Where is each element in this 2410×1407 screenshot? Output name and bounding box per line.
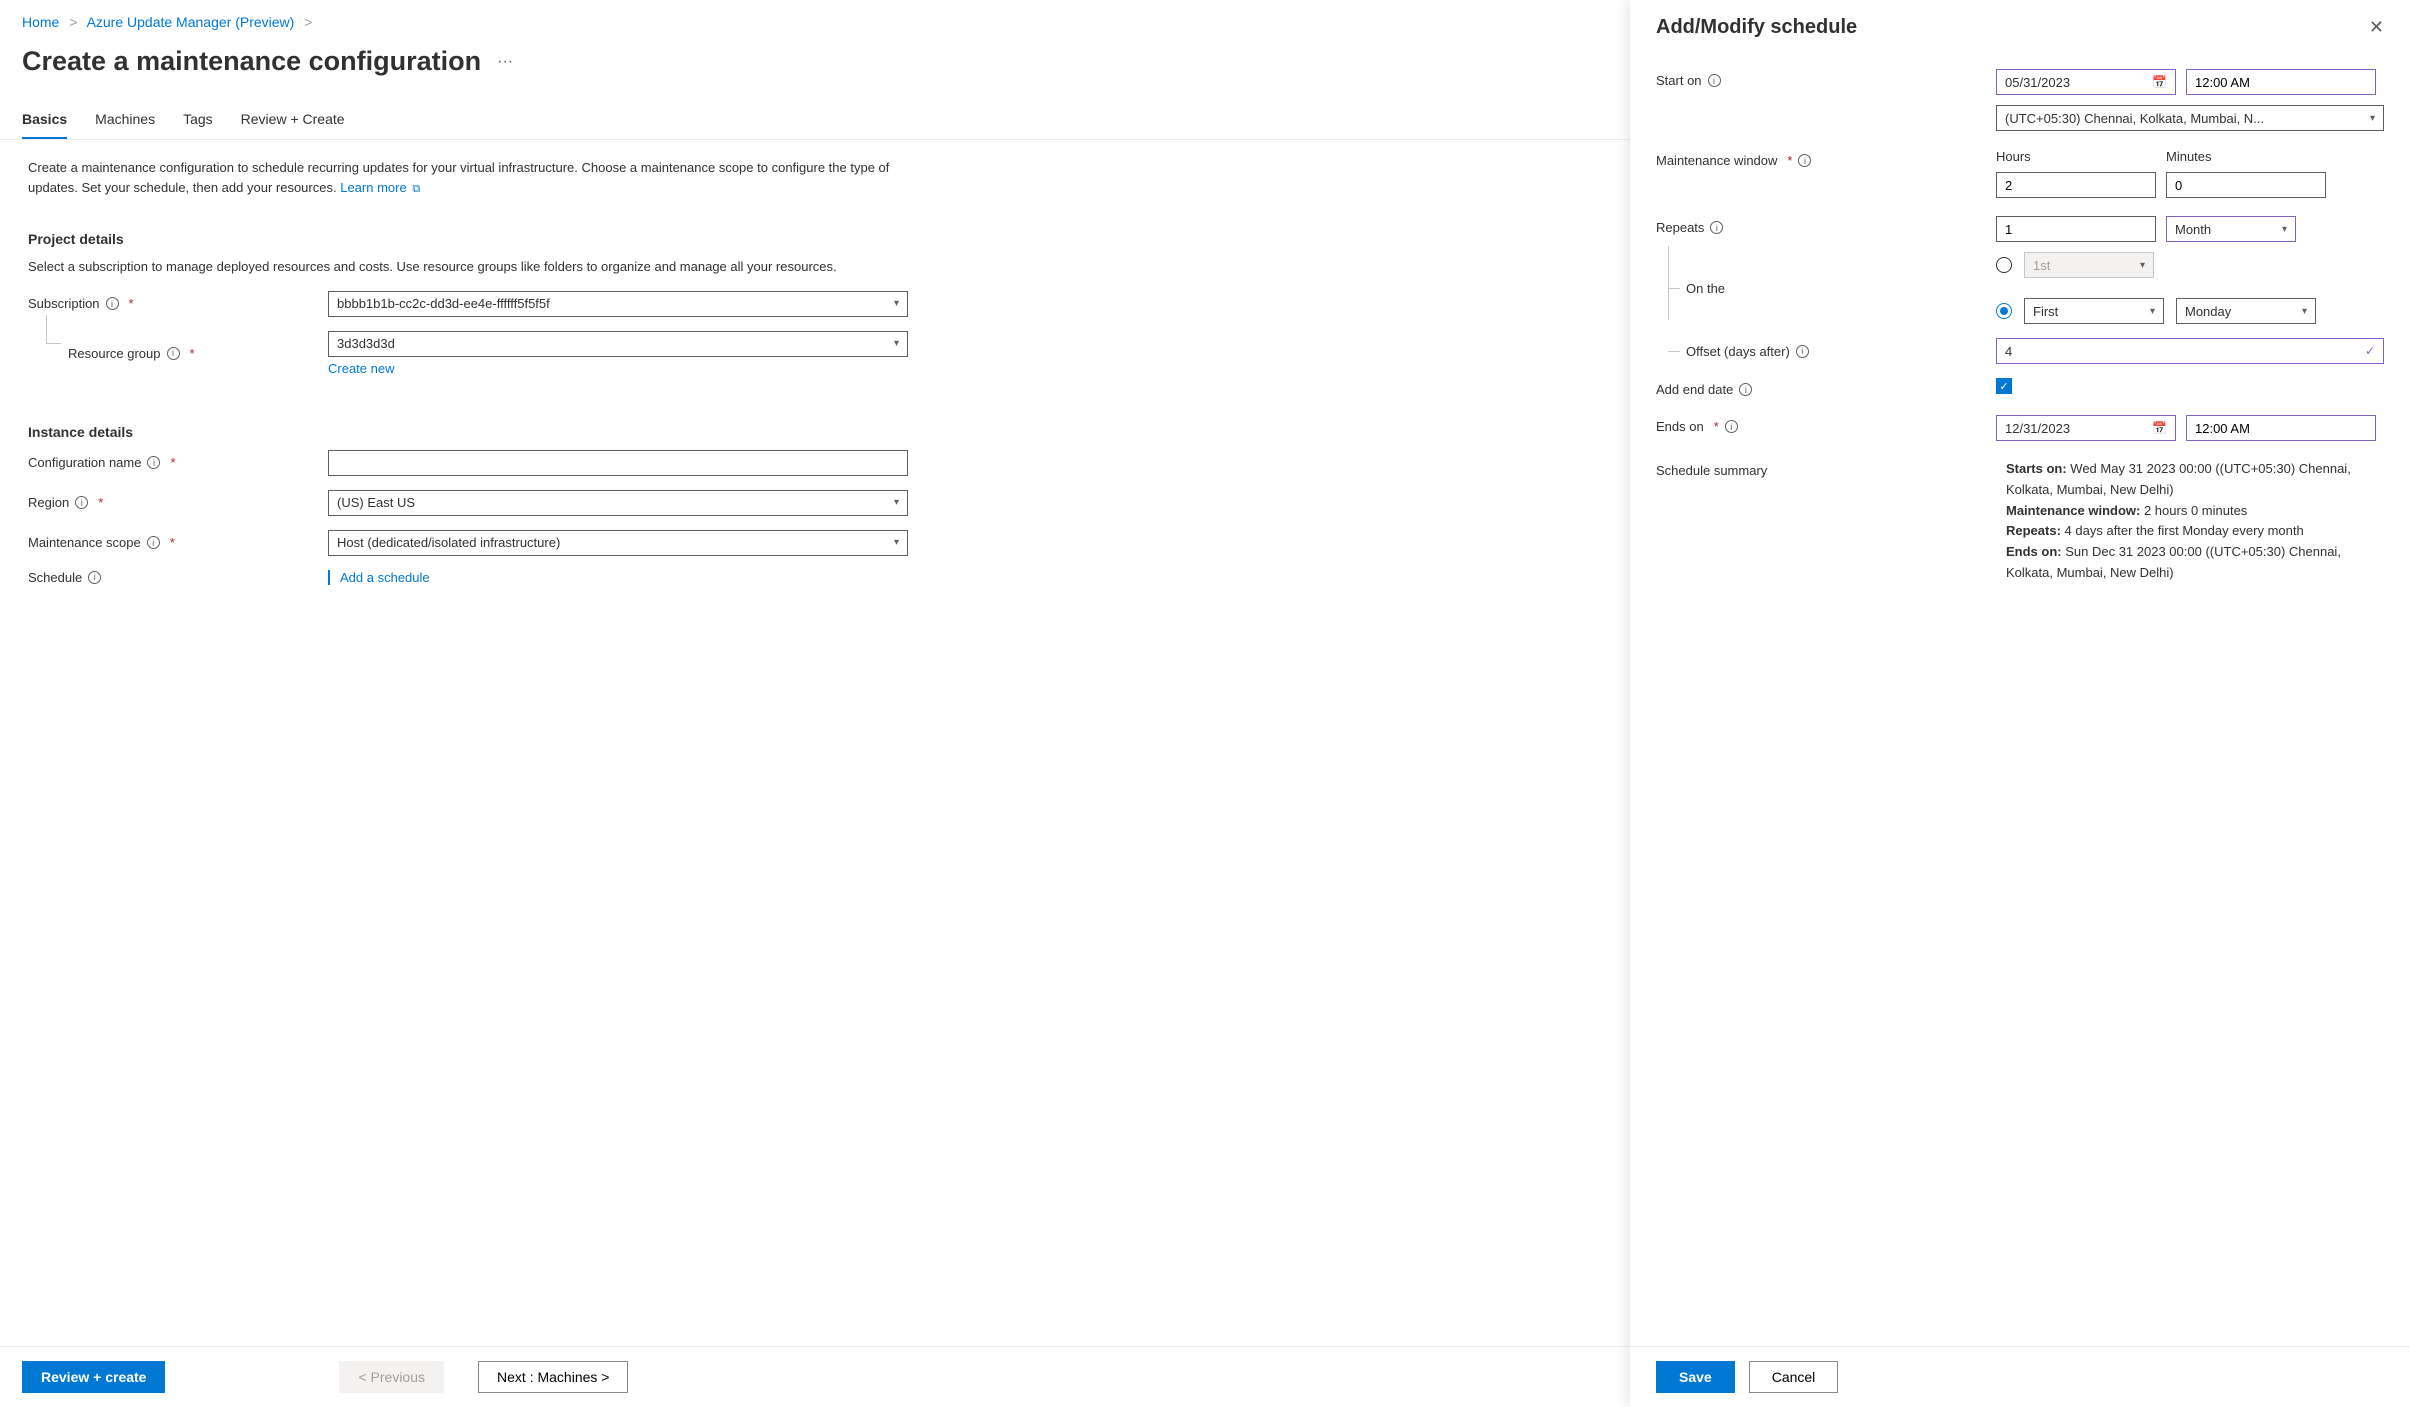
repeats-value-input[interactable]	[1996, 216, 2156, 242]
resource-group-label: Resource group i *	[68, 346, 328, 361]
weekday-select[interactable]: Monday ▾	[2176, 298, 2316, 324]
add-end-date-checkbox[interactable]: ✓	[1996, 378, 2012, 394]
close-icon[interactable]: ✕	[2369, 17, 2384, 38]
schedule-label: Schedule i	[28, 570, 328, 585]
summary-label: Schedule summary	[1656, 459, 1996, 478]
end-time-input[interactable]	[2186, 415, 2376, 441]
chevron-down-icon: ▾	[2302, 306, 2307, 317]
offset-select[interactable]: 4 ✓	[1996, 338, 2384, 364]
region-label: Region i *	[28, 495, 328, 510]
start-time-input[interactable]	[2186, 69, 2376, 95]
check-icon: ✓	[2365, 344, 2375, 358]
end-date-input[interactable]: 12/31/2023 📅	[1996, 415, 2176, 441]
desc-text: Create a maintenance configuration to sc…	[28, 160, 889, 195]
calendar-icon: 📅	[2152, 75, 2167, 89]
ordinal-select[interactable]: First ▾	[2024, 298, 2164, 324]
chevron-down-icon: ▾	[2282, 224, 2287, 235]
required-icon: *	[1714, 419, 1719, 434]
info-icon[interactable]: i	[1798, 154, 1811, 167]
chevron-down-icon: ▾	[894, 497, 899, 508]
scope-label: Maintenance scope i *	[28, 535, 328, 550]
tab-review[interactable]: Review + Create	[241, 111, 345, 139]
schedule-summary: Starts on: Wed May 31 2023 00:00 ((UTC+0…	[1996, 459, 2384, 584]
start-date-input[interactable]: 05/31/2023 📅	[1996, 69, 2176, 95]
hours-input[interactable]	[1996, 172, 2156, 198]
info-icon[interactable]: i	[147, 456, 160, 469]
info-icon[interactable]: i	[75, 496, 88, 509]
info-icon[interactable]: i	[1725, 420, 1738, 433]
breadcrumb-parent[interactable]: Azure Update Manager (Preview)	[87, 14, 295, 30]
breadcrumb-home[interactable]: Home	[22, 14, 59, 30]
radio-day-of-month[interactable]	[1996, 257, 2012, 273]
wizard-footer: Review + create < Previous Next : Machin…	[0, 1346, 1630, 1407]
region-select[interactable]: (US) East US ▾	[328, 490, 908, 516]
schedule-panel: Add/Modify schedule ✕ Start on i 05/31/2…	[1630, 0, 2410, 1407]
cancel-button[interactable]: Cancel	[1749, 1361, 1839, 1393]
chevron-down-icon: ▾	[894, 537, 899, 548]
required-icon: *	[98, 495, 103, 510]
on-the-label: On the	[1686, 281, 1996, 296]
ends-on-label: Ends on * i	[1656, 415, 1996, 434]
maint-window-label: Maintenance window * i	[1656, 149, 1996, 168]
resource-group-select[interactable]: 3d3d3d3d ▾	[328, 331, 908, 357]
hours-label: Hours	[1996, 149, 2156, 164]
config-name-input[interactable]	[328, 450, 908, 476]
info-icon[interactable]: i	[88, 571, 101, 584]
external-link-icon: ⧉	[412, 183, 420, 195]
next-button[interactable]: Next : Machines >	[478, 1361, 628, 1393]
chevron-down-icon: ▾	[2150, 306, 2155, 317]
chevron-right-icon: >	[69, 14, 77, 30]
info-icon[interactable]: i	[1796, 345, 1809, 358]
tab-basics[interactable]: Basics	[22, 111, 67, 139]
minutes-label: Minutes	[2166, 149, 2212, 164]
panel-title: Add/Modify schedule	[1656, 16, 1857, 39]
add-end-date-label: Add end date i	[1656, 378, 1996, 397]
info-icon[interactable]: i	[167, 347, 180, 360]
add-schedule-link[interactable]: Add a schedule	[340, 570, 430, 585]
minutes-input[interactable]	[2166, 172, 2326, 198]
info-icon[interactable]: i	[106, 297, 119, 310]
more-icon[interactable]: ···	[497, 53, 513, 71]
scope-select[interactable]: Host (dedicated/isolated infrastructure)…	[328, 530, 908, 556]
info-icon[interactable]: i	[1710, 221, 1723, 234]
info-icon[interactable]: i	[1708, 74, 1721, 87]
required-icon: *	[1787, 153, 1792, 168]
subscription-select[interactable]: bbbb1b1b-cc2c-dd3d-ee4e-ffffff5f5f5f ▾	[328, 291, 908, 317]
required-icon: *	[170, 455, 175, 470]
start-on-label: Start on i	[1656, 69, 1996, 88]
required-icon: *	[129, 296, 134, 311]
project-details-desc: Select a subscription to manage deployed…	[28, 257, 948, 277]
repeats-label: Repeats i	[1656, 216, 1996, 235]
page-description: Create a maintenance configuration to sc…	[0, 140, 960, 197]
chevron-down-icon: ▾	[2370, 113, 2375, 124]
review-create-button[interactable]: Review + create	[22, 1361, 165, 1393]
repeats-unit-select[interactable]: Month ▾	[2166, 216, 2296, 242]
timezone-select[interactable]: (UTC+05:30) Chennai, Kolkata, Mumbai, N.…	[1996, 105, 2384, 131]
offset-label: Offset (days after) i	[1686, 344, 1996, 359]
chevron-down-icon: ▾	[894, 298, 899, 309]
info-icon[interactable]: i	[1739, 383, 1752, 396]
save-button[interactable]: Save	[1656, 1361, 1735, 1393]
chevron-down-icon: ▾	[2140, 260, 2145, 271]
day-of-month-select: 1st ▾	[2024, 252, 2154, 278]
previous-button: < Previous	[339, 1361, 444, 1393]
subscription-label: Subscription i *	[28, 296, 328, 311]
chevron-right-icon: >	[304, 14, 312, 30]
page-title: Create a maintenance configuration	[22, 46, 481, 77]
required-icon: *	[170, 535, 175, 550]
info-icon[interactable]: i	[147, 536, 160, 549]
learn-more-link[interactable]: Learn more ⧉	[340, 180, 420, 195]
required-icon: *	[190, 346, 195, 361]
tab-machines[interactable]: Machines	[95, 111, 155, 139]
tab-tags[interactable]: Tags	[183, 111, 213, 139]
calendar-icon: 📅	[2152, 421, 2167, 435]
config-name-label: Configuration name i *	[28, 455, 328, 470]
chevron-down-icon: ▾	[894, 338, 899, 349]
create-new-link[interactable]: Create new	[328, 361, 908, 376]
radio-ordinal-day[interactable]	[1996, 303, 2012, 319]
